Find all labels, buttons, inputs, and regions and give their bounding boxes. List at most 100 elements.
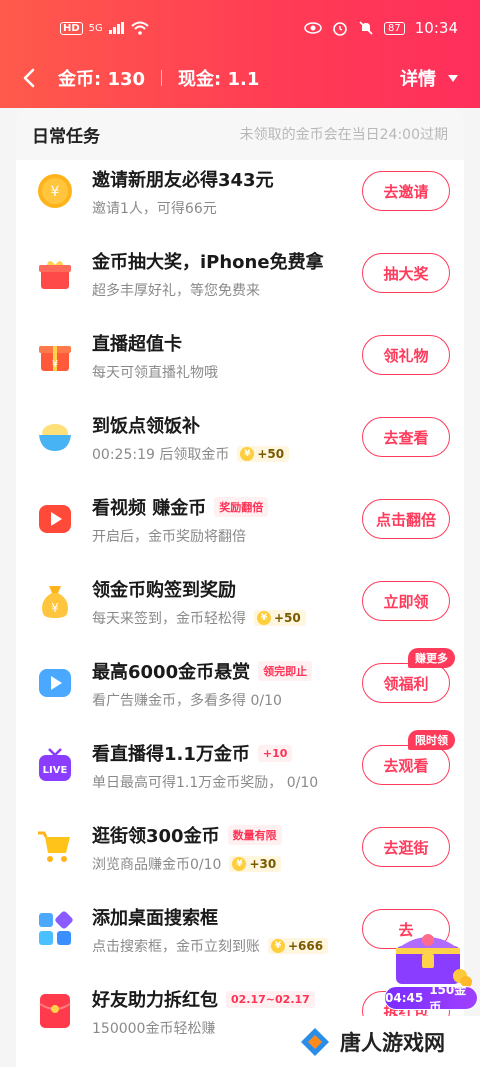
ad-play-icon	[36, 664, 74, 702]
task-action-button[interactable]: 领礼物	[362, 335, 450, 375]
task-title: 领金币购签到奖励	[92, 576, 236, 602]
task-action-button[interactable]: 立即领	[362, 581, 450, 621]
clock: 10:34	[414, 19, 458, 37]
red-gift-icon: ¥	[36, 336, 74, 374]
task-title-text: 好友助力拆红包	[92, 990, 218, 1011]
task-subtitle-text: 超多丰厚好礼，等您免费来	[92, 283, 260, 299]
status-bar: HD 5G 87 10:34	[0, 0, 480, 56]
svg-text:LIVE: LIVE	[43, 765, 68, 776]
coin-icon: ¥	[257, 611, 271, 625]
eye-icon	[304, 22, 322, 34]
task-tag: 奖励翻倍	[214, 497, 269, 517]
task-title: 看直播得1.1万金币 +10	[92, 740, 293, 766]
task-subtitle-text: 点击搜索框，金币立刻到账	[92, 939, 260, 955]
detail-label: 详情	[400, 69, 436, 90]
task-title-text: 邀请新朋友必得343元	[92, 170, 274, 191]
nav-bar: 金币: 130 现金: 1.1 详情	[0, 56, 480, 100]
app-header: HD 5G 87 10:34 金币: 130 现金: 1.1 详情	[0, 0, 480, 108]
coin-reward-value: +50	[257, 447, 285, 461]
wifi-icon	[131, 21, 149, 35]
task-row: 最高6000金币悬赏 领完即止 看广告赚金币，多看多得 0/10 领福利 赚更多	[16, 642, 464, 724]
task-row: ¥ 直播超值卡每天可领直播礼物哦 领礼物	[16, 314, 464, 396]
detail-dropdown[interactable]: 详情	[400, 65, 458, 91]
shopping-cart-icon	[36, 828, 74, 866]
task-subtitle: 150000金币轻松赚	[92, 1018, 215, 1038]
rice-bowl-icon	[36, 418, 74, 456]
apps-grid-icon	[36, 910, 74, 948]
back-arrow-icon[interactable]	[22, 68, 42, 88]
coin-yuan-icon: ¥	[36, 172, 74, 210]
task-row: 到饭点领饭补 00:25:19 后领取金币 ¥ +50 去查看	[16, 396, 464, 478]
coin-balance: 金币: 130	[58, 69, 146, 90]
task-title: 到饭点领饭补	[92, 412, 200, 438]
task-title-text: 看直播得1.1万金币	[92, 744, 250, 765]
task-action-button[interactable]: 去查看	[362, 417, 450, 457]
watermark-text: 唐人游戏网	[340, 1030, 445, 1055]
coin-reward-chip: ¥ +50	[254, 610, 306, 626]
task-subtitle: 看广告赚金币，多看多得 0/10	[92, 690, 282, 710]
gift-box-icon	[36, 254, 74, 292]
task-action-button[interactable]: 领福利	[362, 663, 450, 703]
task-title: 逛街领300金币 数量有限	[92, 822, 282, 848]
task-subtitle: 邀请1人，可得66元	[92, 198, 217, 218]
task-subtitle-text: 单日最高可得1.1万金币奖励， 0/10	[92, 775, 319, 791]
coin-icon: ¥	[232, 857, 247, 871]
cash-balance: 现金: 1.1	[178, 69, 260, 90]
signal-icon	[108, 22, 124, 34]
task-subtitle: 超多丰厚好礼，等您免费来	[92, 280, 260, 300]
coin-reward-value: +30	[249, 857, 277, 871]
task-row: 看视频 赚金币 奖励翻倍开启后，金币奖励将翻倍 点击翻倍	[16, 478, 464, 560]
task-row: ¥ 领金币购签到奖励 每天来签到，金币轻松得 ¥ +50 立即领	[16, 560, 464, 642]
promo-badge: 限时领	[408, 730, 455, 750]
chest-countdown: 04:45	[385, 991, 424, 1005]
task-row: ¥ 邀请新朋友必得343元邀请1人，可得66元 去邀请	[16, 150, 464, 232]
task-subtitle-text: 每天来签到，金币轻松得	[92, 611, 246, 627]
task-title-text: 到饭点领饭补	[92, 416, 200, 437]
nav-divider	[161, 70, 163, 86]
task-action-button[interactable]: 点击翻倍	[362, 499, 450, 539]
money-bag-icon: ¥	[36, 582, 74, 620]
task-title-text: 最高6000金币悬赏	[92, 662, 251, 683]
task-subtitle-text: 浏览商品赚金币0/10	[92, 857, 222, 873]
task-title: 邀请新朋友必得343元	[92, 166, 274, 192]
watermark-logo-icon	[301, 1027, 329, 1056]
coin-reward-value: +50	[274, 611, 301, 625]
task-title: 看视频 赚金币 奖励翻倍	[92, 494, 269, 520]
task-title: 最高6000金币悬赏 领完即止	[92, 658, 313, 684]
task-subtitle: 每天来签到，金币轻松得 ¥ +50	[92, 608, 306, 628]
task-action-button[interactable]: 去逛街	[362, 827, 450, 867]
task-action-button[interactable]: 去观看	[362, 745, 450, 785]
chest-timer: 04:45 150金币	[384, 983, 478, 1014]
alarm-icon	[333, 22, 347, 36]
treasure-chest-icon	[396, 934, 472, 988]
coin-reward-chip: ¥ +30	[229, 856, 282, 872]
task-subtitle: 浏览商品赚金币0/10 ¥ +30	[92, 854, 282, 874]
svg-text:¥: ¥	[52, 359, 58, 370]
task-tag: +10	[257, 744, 293, 762]
task-title-text: 直播超值卡	[92, 334, 182, 355]
task-title-text: 看视频 赚金币	[92, 498, 207, 519]
coin-reward-chip: ¥ +666	[268, 938, 329, 954]
task-subtitle: 点击搜索框，金币立刻到账 ¥ +666	[92, 936, 329, 956]
task-action-button[interactable]: 去邀请	[362, 171, 450, 211]
svg-text:¥: ¥	[51, 601, 59, 615]
task-subtitle-text: 每天可领直播礼物哦	[92, 365, 218, 381]
task-row: 金币抽大奖，iPhone免费拿 超多丰厚好礼，等您免费来 抽大奖	[16, 232, 464, 314]
expiry-note: 未领取的金币会在当日24:00过期	[239, 127, 448, 143]
task-subtitle-text: 邀请1人，可得66元	[92, 201, 217, 217]
coin-reward-value: +666	[288, 939, 324, 953]
coin-icon: ¥	[240, 447, 255, 461]
video-play-icon	[36, 500, 74, 538]
mute-icon	[359, 21, 373, 35]
task-subtitle-text: 150000金币轻松赚	[92, 1021, 216, 1037]
coin-reward-chip: ¥ +50	[237, 446, 290, 462]
task-title: 添加桌面搜索框	[92, 904, 218, 930]
task-subtitle: 单日最高可得1.1万金币奖励， 0/10	[92, 772, 318, 792]
task-tag: 数量有限	[227, 825, 282, 845]
chest-reward: 150金币	[429, 983, 467, 1014]
hd-indicator: HD	[60, 21, 83, 35]
treasure-chest-widget[interactable]: 04:45 150金币	[382, 920, 478, 1014]
task-subtitle-text: 开启后，金币奖励将翻倍	[92, 529, 246, 545]
task-action-button[interactable]: 抽大奖	[362, 253, 450, 293]
task-subtitle-text: 00:25:19 后领取金币	[92, 447, 230, 463]
